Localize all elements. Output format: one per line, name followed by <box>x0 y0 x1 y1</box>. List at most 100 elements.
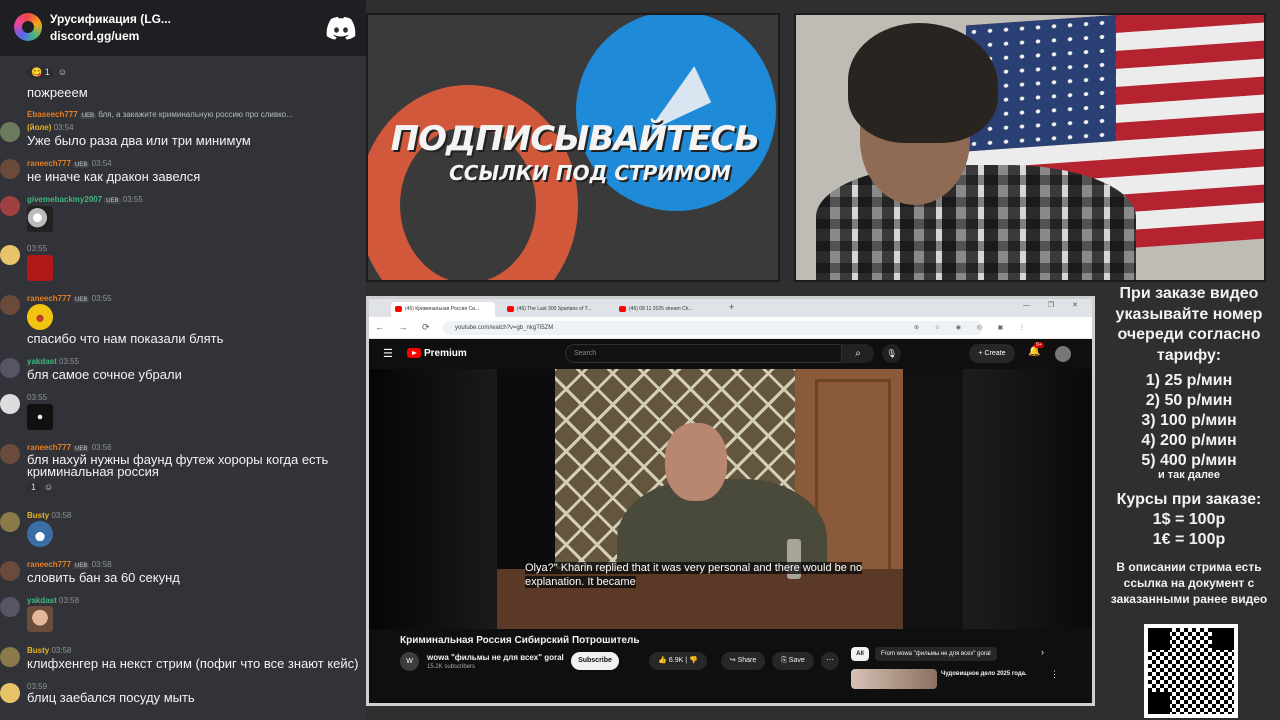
red-emote <box>27 255 53 281</box>
user-avatar[interactable] <box>0 512 20 532</box>
subscribe-button[interactable]: Subscribe <box>571 652 619 670</box>
user-avatar[interactable] <box>0 196 20 216</box>
stream-layout: Урусификация (LG... discord.gg/uem 😋 1 ☺ … <box>0 0 1280 720</box>
youtube-logo-icon[interactable] <box>407 348 421 358</box>
browser-address-bar: ← → ⟳ youtube.com/watch?v=gb_nkgTl5ZM ⊕ … <box>369 317 1092 339</box>
channel-name[interactable]: wowa "фильмы не для всех" goral <box>427 653 564 662</box>
rate-item: 1€ = 100р <box>1152 531 1226 548</box>
server-name: Урусификация (LG... <box>50 12 171 26</box>
discord-logo-icon <box>326 17 356 40</box>
message-meta: yakdast 03:55 <box>27 357 80 366</box>
message-text: пожрееем <box>27 85 88 100</box>
browser-tab[interactable]: (46) Криминальная Россия Си... <box>391 302 495 317</box>
message-meta: raneech777 UEB 03:54 <box>27 159 112 168</box>
message-meta: Busty 03:58 <box>27 511 72 520</box>
user-avatar[interactable] <box>0 245 20 265</box>
message-text: Уже было раза два или три минимум <box>27 133 251 148</box>
subscriber-count: 15.2K subscribers <box>427 664 476 670</box>
chip-from-channel[interactable]: From wowa "фильмы не для всех" goral <box>875 647 997 661</box>
microphone-icon[interactable]: 🎙 <box>882 344 901 363</box>
user-avatar[interactable] <box>0 683 20 703</box>
reaction-bar[interactable]: 😋 1 ☺ <box>27 67 67 78</box>
new-tab-icon[interactable]: + <box>729 302 734 312</box>
share-button[interactable]: ↪ Share <box>721 652 765 670</box>
user-avatar[interactable] <box>0 159 20 179</box>
url-input[interactable]: youtube.com/watch?v=gb_nkgTl5ZM <box>443 321 983 335</box>
create-button[interactable]: + Create <box>969 344 1015 363</box>
grin-emote <box>27 521 53 547</box>
youtube-page: ☰ Premium Search ⌕ 🎙 + Create 🔔 9+ Olya?… <box>369 339 1092 703</box>
channel-avatar[interactable]: W <box>400 652 419 671</box>
price-item: 4) 200 р/мин <box>1141 432 1237 449</box>
like-button[interactable]: 👍 6.9K | 👎 <box>649 652 707 670</box>
message-meta: 03:55 <box>27 393 48 402</box>
video-subtitles: Olya?" Kharin replied that it was very p… <box>525 562 863 588</box>
message-text: словить бан за 60 секунд <box>27 570 180 585</box>
thumbs-down-icon: 👎 <box>689 657 698 664</box>
discord-chat-panel: Урусификация (LG... discord.gg/uem 😋 1 ☺ … <box>0 0 366 720</box>
hamburger-menu-icon[interactable]: ☰ <box>383 347 393 360</box>
user-avatar[interactable] <box>0 394 20 414</box>
reply-header: Ebaseech777 UEB бля, а закажите криминаль… <box>27 110 293 119</box>
user-avatar[interactable] <box>0 295 20 315</box>
video-title: Криминальная Россия Сибирский Потрошител… <box>400 635 640 646</box>
discord-server-header: Урусификация (LG... discord.gg/uem <box>0 0 366 56</box>
user-avatar[interactable] <box>0 597 20 617</box>
reaction-bar[interactable]: 1 ☺ <box>27 482 53 492</box>
dark-emote <box>27 404 53 430</box>
browser-tab[interactable]: (46) The Last 300 Spartans of T... <box>503 302 611 317</box>
youtube-header: ☰ Premium Search ⌕ 🎙 + Create 🔔 9+ <box>369 339 1092 369</box>
window-controls[interactable]: — ❐ ✕ <box>1023 301 1086 309</box>
message-meta: (йоле) 03:54 <box>27 123 74 132</box>
promo-title: ПОДПИСЫВАЙТЕСЬ <box>390 119 761 159</box>
rates-title: Курсы при заказе: <box>1116 491 1262 508</box>
order-info-panel: При заказе видео указывайте номер очеред… <box>1098 282 1280 720</box>
nav-buttons-icon[interactable]: ← → ⟳ <box>375 322 436 333</box>
recommended-video-thumbnail[interactable] <box>851 669 937 689</box>
promo-subtitle: ССЫЛКИ ПОД СТРИМОМ <box>449 161 731 185</box>
thumbs-up-icon: 👍 <box>658 657 667 664</box>
message-text: клифхенгер на некст стрим (пофиг что все… <box>27 656 359 671</box>
message-meta: raneech777 UEB 03:58 <box>27 560 112 569</box>
extensions-icon[interactable]: ⊕ ☆ ◉ ◎ ▣ ⋮ <box>914 324 1032 331</box>
user-avatar[interactable] <box>0 561 20 581</box>
search-icon[interactable]: ⌕ <box>842 344 874 363</box>
message-meta: 03:55 <box>27 244 48 253</box>
description-note: В описании стрима есть ссылка на докумен… <box>1110 560 1268 606</box>
qr-code-icon <box>1144 624 1238 718</box>
message-text: бля нахуй нужны фаунд футеж хороры когда… <box>27 452 329 479</box>
message-meta: yakdast 03:58 <box>27 596 80 605</box>
rate-item: 1$ = 100р <box>1152 511 1226 528</box>
price-etc-note: и так далее <box>1157 469 1221 481</box>
message-text: блиц заебался посуду мыть <box>27 690 195 705</box>
user-avatar[interactable] <box>0 358 20 378</box>
browser-window: (46) Криминальная Россия Си... (46) The … <box>366 296 1095 706</box>
price-item: 3) 100 р/мин <box>1141 412 1237 429</box>
more-options-icon[interactable]: ⋮ <box>1050 669 1059 680</box>
search-input[interactable]: Search <box>565 344 842 363</box>
price-item: 2) 50 р/мин <box>1145 392 1233 409</box>
subscribe-promo-banner: ПОДПИСЫВАЙТЕСЬ ССЫЛКИ ПОД СТРИМОМ <box>366 13 780 282</box>
order-instructions: При заказе видео указывайте номер очеред… <box>1115 285 1263 364</box>
streamer-hair <box>848 23 998 143</box>
chevron-right-icon[interactable]: › <box>1041 647 1044 657</box>
bookmark-icon: ⎘ <box>781 657 787 664</box>
recommended-video-title[interactable]: Чудовищное дело 2025 года. <box>941 671 1027 677</box>
chip-all[interactable]: All <box>851 647 869 661</box>
server-invite-link[interactable]: discord.gg/uem <box>50 29 139 43</box>
account-avatar[interactable] <box>1055 346 1071 362</box>
more-actions-icon[interactable]: ⋯ <box>821 652 839 670</box>
video-frame <box>497 369 903 629</box>
price-item: 5) 400 р/мин <box>1141 452 1237 469</box>
message-text: не иначе как дракон завелся <box>27 169 201 184</box>
video-player[interactable]: Olya?" Kharin replied that it was very p… <box>369 369 1092 629</box>
browser-tab-bar: (46) Криминальная Россия Си... (46) The … <box>369 299 1092 317</box>
browser-tab[interactable]: (46) 08 11 2025 stream Ch... <box>615 302 723 317</box>
face-emote <box>27 606 53 632</box>
save-button[interactable]: ⎘ Save <box>772 652 814 670</box>
video-info: Криминальная Россия Сибирский Потрошител… <box>369 629 1092 703</box>
user-avatar[interactable] <box>0 122 20 142</box>
user-avatar[interactable] <box>0 444 20 464</box>
user-avatar[interactable] <box>0 647 20 667</box>
youtube-brand[interactable]: Premium <box>424 348 467 359</box>
